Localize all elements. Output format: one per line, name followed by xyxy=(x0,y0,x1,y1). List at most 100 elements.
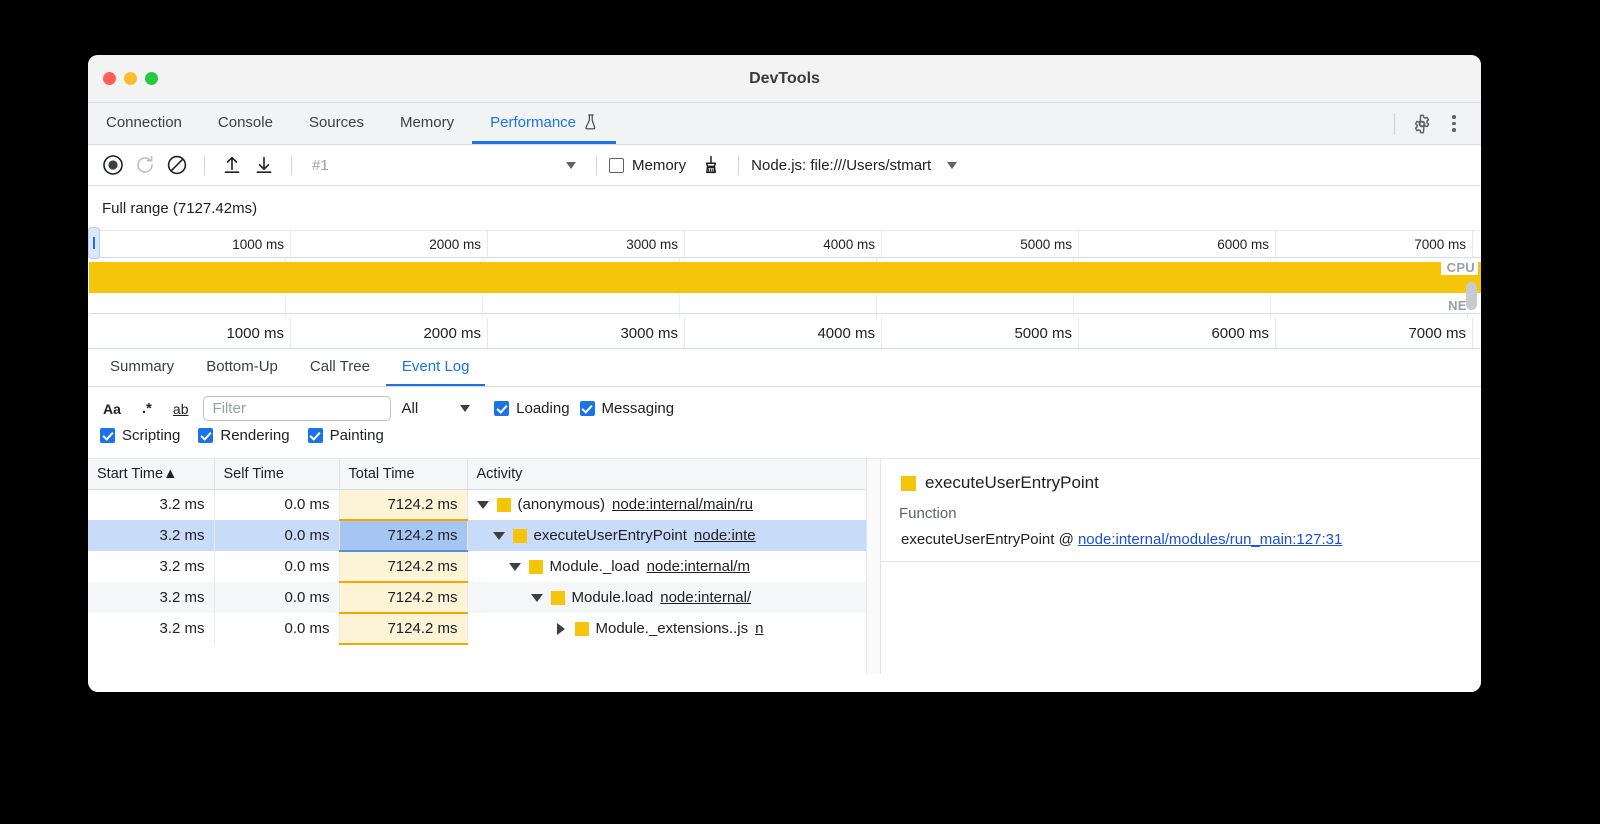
more-options-button[interactable] xyxy=(1439,109,1469,139)
tab-memory[interactable]: Memory xyxy=(382,103,472,144)
save-profile-button[interactable] xyxy=(249,150,279,180)
table-row[interactable]: 3.2 ms 0.0 ms 7124.2 ms Module._extensio… xyxy=(88,613,867,644)
column-header-total-time[interactable]: Total Time xyxy=(339,459,467,489)
tab-event-log[interactable]: Event Log xyxy=(386,349,486,386)
tab-sources[interactable]: Sources xyxy=(291,103,382,144)
rendering-checkbox-label: Rendering xyxy=(220,427,289,444)
settings-button[interactable] xyxy=(1407,109,1437,139)
filter-checkbox-messaging[interactable]: Messaging xyxy=(580,400,675,417)
loading-checkbox-box xyxy=(494,401,509,416)
cell-self-time: 0.0 ms xyxy=(214,551,339,582)
expand-triangle-icon[interactable] xyxy=(557,623,565,635)
filter-checkbox-rendering[interactable]: Rendering xyxy=(198,427,289,444)
activity-source-link[interactable]: node:inte xyxy=(694,527,756,544)
filter-checkbox-loading[interactable]: Loading xyxy=(494,400,569,417)
clear-recording-button[interactable] xyxy=(162,150,192,180)
tab-bottom-up-label: Bottom-Up xyxy=(206,358,278,375)
net-track-line xyxy=(89,313,1481,314)
download-icon xyxy=(253,154,275,176)
activity-source-link[interactable]: n xyxy=(755,620,763,637)
activity-source-link[interactable]: node:internal/ xyxy=(660,589,751,606)
close-window-button[interactable] xyxy=(103,72,116,85)
column-header-self-time[interactable]: Self Time xyxy=(214,459,339,489)
tab-console[interactable]: Console xyxy=(200,103,291,144)
record-icon xyxy=(102,154,124,176)
activity-source-link[interactable]: node:internal/main/ru xyxy=(612,496,753,513)
details-stack-link[interactable]: node:internal/modules/run_main:127:31 xyxy=(1078,531,1342,548)
details-stack-function: executeUserEntryPoint @ xyxy=(901,531,1078,548)
target-selector[interactable]: Node.js: file:///Users/stmart xyxy=(751,157,957,174)
activity-source-link[interactable]: node:internal/m xyxy=(647,558,750,575)
painting-checkbox-box xyxy=(308,428,323,443)
toolbar-divider-3 xyxy=(596,155,597,175)
minimize-window-button[interactable] xyxy=(124,72,137,85)
collect-garbage-button[interactable] xyxy=(696,150,726,180)
match-case-button[interactable]: Aa xyxy=(98,399,126,419)
table-vertical-scrollbar[interactable] xyxy=(867,459,881,674)
trash-broom-icon xyxy=(700,154,722,176)
load-profile-button[interactable] xyxy=(217,150,247,180)
table-row[interactable]: 3.2 ms 0.0 ms 7124.2 ms executeUserEntry… xyxy=(88,520,867,551)
details-header: executeUserEntryPoint xyxy=(881,459,1481,493)
chevron-down-icon xyxy=(566,162,576,169)
whole-word-button[interactable]: ab xyxy=(168,399,194,419)
table-row[interactable]: 3.2 ms 0.0 ms 7124.2 ms Module.load node… xyxy=(88,582,867,613)
tab-performance[interactable]: Performance xyxy=(472,103,616,144)
range-handle-left[interactable] xyxy=(88,227,100,259)
tick-bottom-5: 5000 ms xyxy=(1014,318,1072,349)
scripting-checkbox-label: Scripting xyxy=(122,427,180,444)
expand-triangle-icon[interactable] xyxy=(477,501,489,509)
activity-name: executeUserEntryPoint xyxy=(534,527,687,544)
rendering-checkbox-box xyxy=(198,428,213,443)
tab-bottom-up[interactable]: Bottom-Up xyxy=(190,349,294,386)
recording-selector[interactable]: #1 xyxy=(304,152,584,178)
activity-name: (anonymous) xyxy=(518,496,606,513)
filter-checkbox-scripting[interactable]: Scripting xyxy=(100,427,180,444)
filter-toolbar: Aa .* ab All Loading Messaging Scripting xyxy=(88,387,1481,459)
cell-start-time: 3.2 ms xyxy=(88,551,214,582)
cell-total-time: 7124.2 ms xyxy=(339,489,467,520)
kebab-menu-icon xyxy=(1452,115,1456,132)
duration-filter-select[interactable]: All xyxy=(401,400,470,417)
maximize-window-button[interactable] xyxy=(145,72,158,85)
window-title: DevTools xyxy=(88,70,1481,88)
chevron-down-icon xyxy=(947,162,957,169)
window-titlebar: DevTools xyxy=(88,55,1481,103)
record-toolbar: #1 Memory Node.js: file:///Users/stmart xyxy=(88,145,1481,186)
column-header-activity[interactable]: Activity xyxy=(467,459,867,489)
tab-performance-label: Performance xyxy=(490,114,576,131)
details-section-label: Function xyxy=(881,493,1481,522)
tab-call-tree[interactable]: Call Tree xyxy=(294,349,386,386)
filter-input[interactable] xyxy=(203,396,391,421)
table-row[interactable]: 3.2 ms 0.0 ms 7124.2 ms Module._load nod… xyxy=(88,551,867,582)
cell-total-time: 7124.2 ms xyxy=(339,520,467,551)
cell-activity: (anonymous) node:internal/main/ru xyxy=(467,489,867,520)
cell-total-time: 7124.2 ms xyxy=(339,582,467,613)
reload-and-record-button[interactable] xyxy=(130,150,160,180)
recording-selector-value: #1 xyxy=(312,157,329,174)
activity-name: Module.load xyxy=(572,589,654,606)
memory-checkbox[interactable]: Memory xyxy=(609,157,686,174)
tick-bottom-6: 6000 ms xyxy=(1211,318,1269,349)
toolbar-divider-2 xyxy=(291,155,292,175)
record-button[interactable] xyxy=(98,150,128,180)
table-row[interactable]: 3.2 ms 0.0 ms 7124.2 ms (anonymous) node… xyxy=(88,489,867,520)
tab-summary[interactable]: Summary xyxy=(94,349,190,386)
gear-icon xyxy=(1412,114,1432,134)
expand-triangle-icon[interactable] xyxy=(531,594,543,602)
cell-start-time: 3.2 ms xyxy=(88,582,214,613)
target-selector-label: Node.js: file:///Users/stmart xyxy=(751,157,931,174)
tab-connection[interactable]: Connection xyxy=(88,103,200,144)
overview-scrollbar[interactable] xyxy=(1466,282,1477,310)
tick-bottom-1: 1000 ms xyxy=(226,318,284,349)
details-stack-entry: executeUserEntryPoint @ node:internal/mo… xyxy=(881,522,1481,562)
overview-track[interactable]: CPU NET xyxy=(88,258,1481,318)
expand-triangle-icon[interactable] xyxy=(509,563,521,571)
column-header-start-time[interactable]: Start Time▲ xyxy=(88,459,214,489)
upload-icon xyxy=(221,154,243,176)
cell-total-time: 7124.2 ms xyxy=(339,613,467,644)
tick-bottom-2: 2000 ms xyxy=(423,318,481,349)
filter-checkbox-painting[interactable]: Painting xyxy=(308,427,384,444)
regex-button[interactable]: .* xyxy=(136,398,158,419)
expand-triangle-icon[interactable] xyxy=(493,532,505,540)
